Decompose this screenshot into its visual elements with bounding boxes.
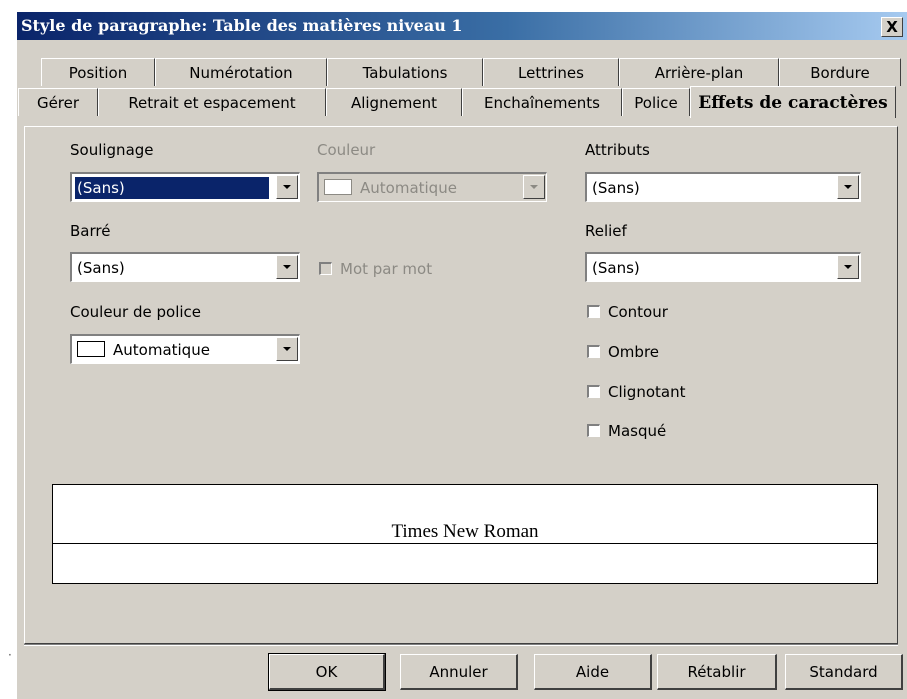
bottom-separator [24, 644, 898, 646]
window-title: Style de paragraphe: Table des matières … [21, 16, 463, 35]
couleur-police-value: Automatique [75, 339, 212, 361]
barre-value: (Sans) [77, 259, 125, 277]
tab-lettrines[interactable]: Lettrines [483, 58, 619, 86]
clignotant-label: Clignotant [608, 383, 686, 401]
chevron-down-icon[interactable] [276, 337, 298, 361]
color-swatch-icon [324, 179, 352, 195]
tab-position[interactable]: Position [41, 58, 155, 86]
barre-label: Barré [70, 222, 111, 240]
standard-button[interactable]: Standard [785, 654, 903, 690]
chevron-down-icon[interactable] [837, 255, 859, 279]
couleur-police-select[interactable]: Automatique [70, 334, 300, 364]
ok-button[interactable]: OK [268, 653, 386, 691]
attributs-select[interactable]: (Sans) [585, 172, 861, 202]
couleur-select[interactable]: Automatique [317, 172, 547, 202]
soulignage-value: (Sans) [75, 177, 269, 199]
ombre-checkbox[interactable]: Ombre [587, 343, 659, 361]
couleur-police-value-text: Automatique [113, 341, 210, 359]
relief-value: (Sans) [592, 259, 640, 277]
chevron-down-icon[interactable] [523, 175, 545, 199]
tab-retrait-espacement[interactable]: Retrait et espacement [98, 88, 326, 116]
aide-button[interactable]: Aide [534, 654, 652, 690]
preview-box: Times New Roman [52, 484, 878, 584]
checkbox-icon [587, 345, 600, 358]
mot-par-mot-checkbox[interactable]: Mot par mot [319, 260, 432, 278]
clignotant-checkbox[interactable]: Clignotant [587, 383, 685, 401]
chevron-down-icon[interactable] [276, 175, 298, 199]
tab-tabulations[interactable]: Tabulations [327, 58, 483, 86]
relief-label: Relief [585, 222, 627, 240]
attributs-label: Attributs [585, 141, 650, 159]
retablir-button[interactable]: Rétablir [657, 654, 777, 690]
mot-par-mot-label: Mot par mot [340, 260, 433, 278]
title-bar[interactable]: Style de paragraphe: Table des matières … [17, 12, 907, 40]
tab-alignement[interactable]: Alignement [326, 88, 462, 116]
preview-baseline [53, 543, 877, 544]
dialog-window: Style de paragraphe: Table des matières … [17, 12, 907, 699]
ombre-label: Ombre [608, 343, 660, 361]
masque-checkbox[interactable]: Masqué [587, 422, 666, 440]
checkbox-icon [319, 262, 332, 275]
tab-arriere-plan[interactable]: Arrière-plan [619, 58, 779, 86]
checkbox-icon [587, 385, 600, 398]
couleur-label: Couleur [317, 141, 376, 159]
tab-enchainements[interactable]: Enchaînements [462, 88, 622, 116]
checkbox-icon [587, 305, 600, 318]
contour-label: Contour [608, 303, 668, 321]
soulignage-select[interactable]: (Sans) [70, 172, 300, 202]
stray-dot: · [8, 648, 12, 662]
tab-gerer[interactable]: Gérer [18, 88, 98, 116]
soulignage-label: Soulignage [70, 141, 154, 159]
tab-police[interactable]: Police [622, 88, 690, 116]
preview-text: Times New Roman [391, 521, 539, 542]
barre-select[interactable]: (Sans) [70, 252, 300, 282]
chevron-down-icon[interactable] [276, 255, 298, 279]
couleur-value-text: Automatique [360, 179, 457, 197]
chevron-down-icon[interactable] [837, 175, 859, 199]
relief-select[interactable]: (Sans) [585, 252, 861, 282]
masque-label: Masqué [608, 422, 667, 440]
couleur-value: Automatique [322, 177, 459, 199]
checkbox-icon [587, 424, 600, 437]
contour-checkbox[interactable]: Contour [587, 303, 668, 321]
annuler-button[interactable]: Annuler [400, 654, 518, 690]
attributs-value: (Sans) [592, 179, 640, 197]
close-button[interactable]: X [881, 17, 903, 37]
couleur-police-label: Couleur de police [70, 303, 202, 321]
color-swatch-icon [77, 341, 105, 357]
tab-bordure[interactable]: Bordure [779, 58, 901, 86]
tab-effets-caracteres[interactable]: Effets de caractères [690, 86, 896, 118]
tab-numerotation[interactable]: Numérotation [155, 58, 327, 86]
